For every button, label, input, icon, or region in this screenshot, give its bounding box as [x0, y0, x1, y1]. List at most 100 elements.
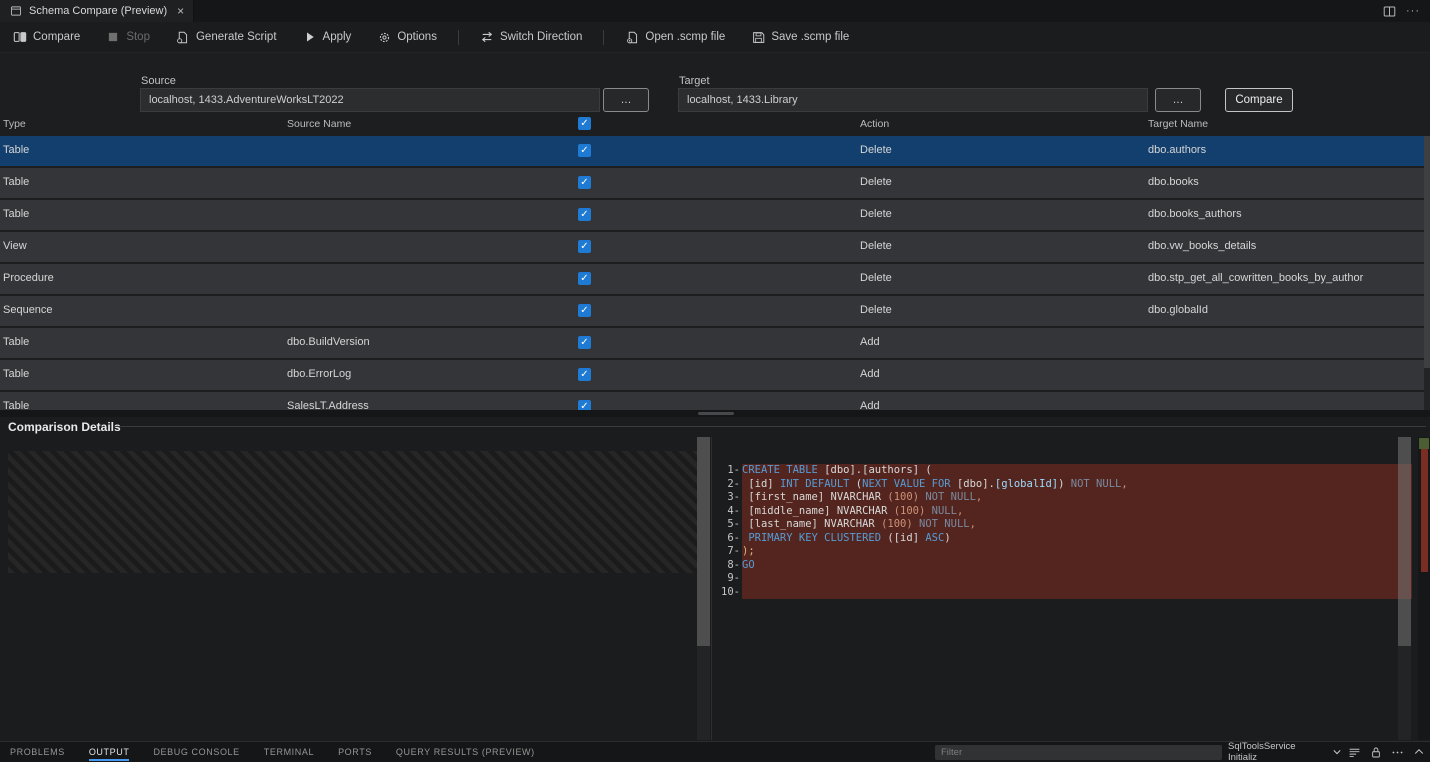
include-checkbox[interactable]: ✓ — [578, 144, 591, 157]
cell-type: Table — [3, 176, 29, 188]
line-number: 6- — [712, 532, 742, 546]
cell-action: Delete — [860, 176, 892, 188]
panel-splitter[interactable] — [0, 410, 1430, 417]
column-header-action[interactable]: Action — [860, 118, 889, 130]
column-header-source-name[interactable]: Source Name — [287, 118, 351, 130]
include-checkbox[interactable]: ✓ — [578, 304, 591, 317]
panel-tab-output[interactable]: OUTPUT — [89, 742, 130, 762]
line-number: 9- — [712, 572, 742, 586]
column-header-type[interactable]: Type — [3, 118, 26, 130]
table-row[interactable]: Sequence✓Deletedbo.globalId — [0, 296, 1424, 326]
table-row[interactable]: Tabledbo.ErrorLog✓Add — [0, 360, 1424, 390]
include-checkbox[interactable]: ✓ — [578, 272, 591, 285]
options-button[interactable]: Options — [364, 22, 450, 52]
splitter-handle[interactable] — [698, 412, 734, 415]
preview-window-icon — [9, 4, 23, 18]
line-content: [id] INT DEFAULT (NEXT VALUE FOR [dbo].[… — [742, 478, 1412, 492]
cell-type: Procedure — [3, 272, 54, 284]
grid-scrollbar[interactable] — [1424, 136, 1430, 410]
include-checkbox[interactable]: ✓ — [578, 336, 591, 349]
line-content: CREATE TABLE [dbo].[authors] ( — [742, 464, 1412, 478]
apply-button[interactable]: Apply — [290, 22, 365, 52]
include-checkbox[interactable]: ✓ — [578, 368, 591, 381]
tab-schema-compare[interactable]: Schema Compare (Preview) × — [0, 0, 194, 22]
include-checkbox[interactable]: ✓ — [578, 240, 591, 253]
right-editor-scrollbar-thumb[interactable] — [1398, 437, 1411, 646]
table-row[interactable]: Table✓Deletedbo.books — [0, 168, 1424, 198]
line-number: 2- — [712, 478, 742, 492]
cell-action: Delete — [860, 208, 892, 220]
cell-action: Add — [860, 336, 880, 348]
table-row[interactable]: Table✓Deletedbo.books_authors — [0, 200, 1424, 230]
source-diff-editor[interactable]: 1+ — [8, 437, 697, 740]
cell-action: Delete — [860, 240, 892, 252]
table-row[interactable]: Tabledbo.BuildVersion✓Add — [0, 328, 1424, 358]
output-filter-input[interactable] — [935, 745, 1222, 760]
cell-type: Table — [3, 144, 29, 156]
target-input[interactable] — [678, 88, 1148, 112]
results-grid: Table✓Deletedbo.authorsTable✓Deletedbo.b… — [0, 136, 1424, 410]
include-checkbox[interactable]: ✓ — [578, 176, 591, 189]
panel-tab-ports[interactable]: PORTS — [338, 742, 372, 762]
table-row[interactable]: Procedure✓Deletedbo.stp_get_all_cowritte… — [0, 264, 1424, 294]
target-diff-editor[interactable]: 1-CREATE TABLE [dbo].[authors] (2- [id] … — [712, 437, 1412, 740]
open-scmp-button[interactable]: Open .scmp file — [612, 22, 738, 52]
output-channel-value: SqlToolsService Initializ — [1228, 741, 1326, 762]
chevron-up-icon[interactable] — [1413, 746, 1425, 758]
output-lines-icon[interactable] — [1348, 746, 1361, 759]
source-input[interactable] — [140, 88, 600, 112]
line-content: [middle_name] NVARCHAR (100) NULL, — [742, 505, 1412, 519]
lock-icon[interactable] — [1370, 746, 1382, 759]
panel-action-icons — [1348, 744, 1430, 760]
include-checkbox[interactable]: ✓ — [578, 400, 591, 410]
cell-action: Delete — [860, 304, 892, 316]
cell-type: Table — [3, 368, 29, 380]
cell-source-name: SalesLT.Address — [287, 400, 369, 410]
line-content: [first_name] NVARCHAR (100) NOT NULL, — [742, 491, 1412, 505]
gear-icon — [377, 30, 391, 44]
toolbar-item-label: Options — [397, 31, 437, 43]
output-channel-select[interactable]: SqlToolsService Initializ — [1228, 744, 1344, 760]
panel-tab-problems[interactable]: PROBLEMS — [10, 742, 65, 762]
code-line: 5- [last_name] NVARCHAR (100) NOT NULL, — [712, 518, 1412, 532]
more-icon[interactable] — [1391, 746, 1404, 759]
table-row[interactable]: Table✓Deletedbo.authors — [0, 136, 1424, 166]
panel-tab-terminal[interactable]: TERMINAL — [264, 742, 314, 762]
compare-button[interactable]: Compare — [0, 22, 93, 52]
target-browse-button[interactable]: … — [1155, 88, 1201, 112]
code-line: 6- PRIMARY KEY CLUSTERED ([id] ASC) — [712, 532, 1412, 546]
column-header-target-name[interactable]: Target Name — [1148, 118, 1208, 130]
generate-script-button[interactable]: Generate Script — [163, 22, 290, 52]
target-label: Target — [679, 75, 710, 87]
line-number: 1- — [712, 464, 742, 478]
toolbar-item-label: Open .scmp file — [645, 31, 725, 43]
compare-run-button[interactable]: Compare — [1225, 88, 1293, 112]
script-icon — [176, 30, 190, 44]
toolbar-item-label: Save .scmp file — [771, 31, 849, 43]
panel-tab-debug-console[interactable]: DEBUG CONSOLE — [153, 742, 239, 762]
comparison-details-title: Comparison Details — [8, 420, 121, 434]
tab-close-icon[interactable]: × — [177, 4, 184, 18]
table-row[interactable]: View✓Deletedbo.vw_books_details — [0, 232, 1424, 262]
toolbar-item-label: Switch Direction — [500, 31, 582, 43]
chevron-down-icon — [1330, 745, 1344, 759]
switch-direction-button[interactable]: Switch Direction — [467, 22, 595, 52]
bottom-panel-bar: PROBLEMS OUTPUT DEBUG CONSOLE TERMINAL PORTS… — [0, 741, 1430, 762]
left-editor-scrollbar-thumb[interactable] — [697, 437, 710, 646]
switch-icon — [480, 30, 494, 44]
panel-tab-query-results-preview[interactable]: QUERY RESULTS (PREVIEW) — [396, 742, 535, 762]
save-scmp-button[interactable]: Save .scmp file — [738, 22, 862, 52]
include-checkbox[interactable]: ✓ — [578, 208, 591, 221]
diff-filler-hatch — [8, 451, 697, 574]
stop-button: Stop — [93, 22, 163, 52]
line-content: GO — [742, 559, 1412, 573]
split-editor-icon[interactable] — [1382, 4, 1396, 18]
line-content: ); — [742, 545, 1412, 559]
source-browse-button[interactable]: … — [603, 88, 649, 112]
cell-target-name: dbo.authors — [1148, 144, 1206, 156]
code-line: 3- [first_name] NVARCHAR (100) NOT NULL, — [712, 491, 1412, 505]
header-include-checkbox[interactable]: ✓ — [578, 117, 591, 130]
title-rule — [114, 426, 1426, 427]
more-actions-icon[interactable]: ··· — [1406, 5, 1420, 17]
table-row[interactable]: TableSalesLT.Address✓Add — [0, 392, 1424, 410]
